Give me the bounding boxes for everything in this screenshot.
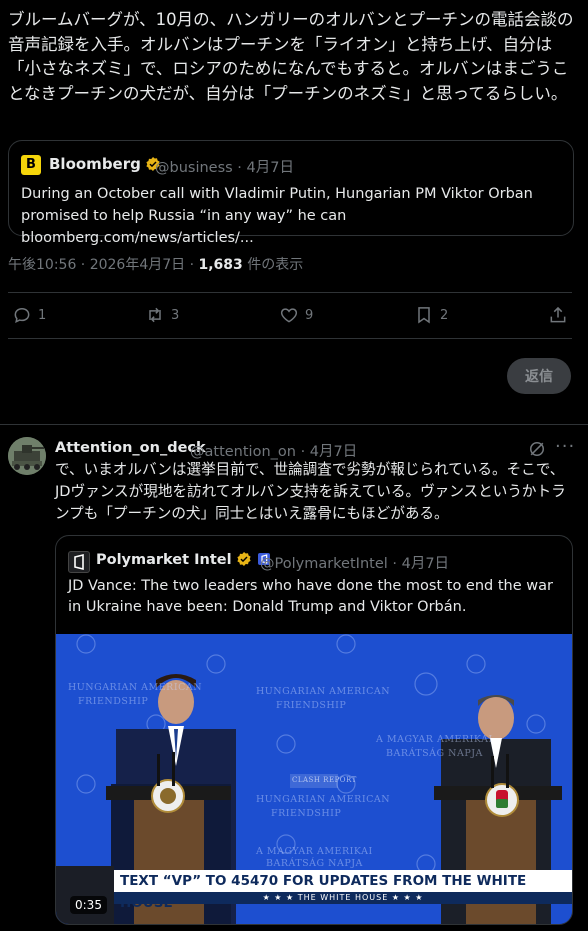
backdrop-text: A MAGYAR AMERIKAI <box>376 734 493 745</box>
retweet-action[interactable]: 3 <box>145 305 179 325</box>
retweet-icon <box>149 307 161 323</box>
verified-gold-icon <box>236 552 251 566</box>
watermark-text: CLASH REPORT <box>292 776 357 784</box>
video-player[interactable]: HUNGARIAN AMERICAN FRIENDSHIP HUNGARIAN … <box>56 634 572 924</box>
bookmark-count: 2 <box>440 307 449 323</box>
reply-handle-date: @attention_on · 4月7日 <box>190 444 358 460</box>
video-caption-banner: TEXT “VP” TO 45470 FOR UPDATES FROM THE … <box>114 870 572 911</box>
view-count-label: 件の表示 <box>242 257 304 273</box>
quoted-author-name-text: Polymarket Intel <box>96 552 232 568</box>
more-options-icon[interactable]: ··· <box>555 436 575 457</box>
quoted-tweet-text: JD Vance: The two leaders who have done … <box>68 578 553 615</box>
backdrop-text: HUNGARIAN AMERICAN <box>256 794 391 805</box>
avatar[interactable] <box>8 437 46 475</box>
video-duration: 0:35 <box>70 896 107 914</box>
quoted-tweet-bloomberg[interactable]: B Bloomberg @business · 4月7日 During an O… <box>8 140 574 246</box>
bookmark-icon <box>418 307 430 324</box>
heart-icon <box>280 308 298 323</box>
like-action[interactable]: 9 <box>279 305 313 325</box>
retweet-count: 3 <box>171 307 180 323</box>
backdrop-text: BARÁTSÁG NAPJA <box>266 858 363 869</box>
backdrop-text: HUNGARIAN AMERICAN <box>256 686 391 697</box>
quoted-author-name[interactable]: Polymarket Intel <box>96 551 272 568</box>
grok-icon[interactable] <box>527 439 547 459</box>
quoted-handle-date: @business · 4月7日 <box>155 160 294 176</box>
avatar-image-icon <box>8 437 46 475</box>
backdrop-text: FRIENDSHIP <box>276 700 347 711</box>
tweet-text: ブルームバーグが、10月の、ハンガリーのオルバンとプーチンの電話会談の音声記録を… <box>8 10 574 103</box>
view-count: 1,683 <box>198 257 243 273</box>
section-divider <box>0 424 588 425</box>
reply-button[interactable]: 返信 <box>507 358 571 394</box>
reply-author-name[interactable]: Attention_on_deck <box>55 440 206 456</box>
like-count: 9 <box>305 307 314 323</box>
backdrop-text: A MAGYAR AMERIKAI <box>256 846 373 857</box>
reply-action[interactable]: 1 <box>12 305 46 325</box>
bloomberg-logo: B <box>21 155 41 175</box>
tweet-timestamp[interactable]: 午後10:56 · 2026年4月7日 · <box>8 257 199 273</box>
video-caption-sub: ★ ★ ★ THE WHITE HOUSE ★ ★ ★ <box>114 892 572 904</box>
reply-count: 1 <box>38 307 47 323</box>
tweet-meta: 午後10:56 · 2026年4月7日 · 1,683 件の表示 <box>8 254 303 274</box>
backdrop-text: FRIENDSHIP <box>271 808 342 819</box>
quoted-author-name[interactable]: Bloomberg <box>49 155 161 173</box>
reply-icon <box>14 307 30 323</box>
reply-text: で、いまオルバンは選挙目前で、世論調査で劣勢が報じられている。そこで、JDヴァン… <box>55 461 566 522</box>
quoted-handle-date: @PolymarketIntel · 4月7日 <box>260 556 450 572</box>
polymarket-logo-icon <box>68 551 90 573</box>
share-icon <box>550 306 566 323</box>
divider <box>8 338 572 339</box>
quoted-tweet-text: During an October call with Vladimir Put… <box>21 186 533 246</box>
quoted-tweet-polymarket[interactable]: Polymarket Intel @PolymarketIntel · 4月7日… <box>55 535 573 925</box>
share-action[interactable] <box>548 305 568 325</box>
backdrop-text: BARÁTSÁG NAPJA <box>386 748 483 759</box>
quoted-author-name-text: Bloomberg <box>49 155 141 173</box>
bookmark-action[interactable]: 2 <box>414 305 448 325</box>
divider <box>8 292 572 293</box>
backdrop-text: FRIENDSHIP <box>78 696 149 707</box>
backdrop-text: HUNGARIAN AMERICAN <box>68 682 203 693</box>
